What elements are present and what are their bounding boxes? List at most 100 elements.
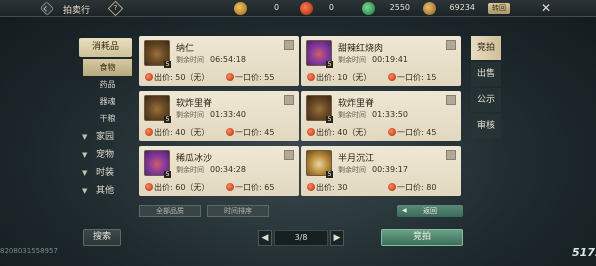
favorite-checkbox[interactable] — [284, 95, 294, 105]
item-name: 软炸里脊 — [176, 99, 213, 109]
bid-price-text: 出价: 50（无） — [154, 73, 210, 82]
favorite-checkbox[interactable] — [446, 150, 456, 160]
arrow-left-icon: ◀ — [402, 207, 407, 214]
subcategory-medicine[interactable]: 药品 — [83, 76, 132, 93]
subcategory-food[interactable]: 食物 — [83, 59, 132, 76]
bid-price-text: 出价: 60（无） — [154, 183, 210, 192]
remaining-label: 剩余时间 — [176, 166, 204, 174]
item-card[interactable]: 5 半月沉江 剩余时间 00:39:17 出价: 30 一口价: 80 — [301, 146, 461, 196]
item-level-badge: 5 — [326, 171, 333, 178]
close-icon[interactable]: ✕ — [539, 1, 553, 15]
tab-auction[interactable]: 竞拍 — [471, 36, 501, 60]
currency-value: 69234 — [449, 3, 475, 12]
time-sort[interactable]: 时间排序 — [207, 205, 269, 217]
buyout-price-text: 一口价: 80 — [397, 183, 437, 192]
item-card[interactable]: 5 纳仁 剩余时间 06:54:18 出价: 50（无） 一口价: 55 — [139, 36, 299, 86]
remaining-label: 剩余时间 — [176, 56, 204, 64]
prev-page-button[interactable]: ◀ — [258, 230, 272, 246]
next-page-button[interactable]: ▶ — [330, 230, 344, 246]
currency-silver: 69234 — [423, 2, 477, 15]
category-panel: 消耗品 食物 药品 器魂 干粮 ▼ 家园 ▼ 宠物 ▼ 时装 ▼ 其他 — [79, 38, 132, 218]
subcategory-rations[interactable]: 干粮 — [83, 110, 132, 127]
category-home[interactable]: ▼ 家园 — [79, 129, 132, 145]
watermark-logo: 5173 — [572, 246, 596, 259]
pager: ◀ 3/8 ▶ — [258, 230, 344, 246]
tab-sell[interactable]: 出售 — [471, 62, 501, 86]
item-card[interactable]: 5 软炸里脊 剩余时间 01:33:40 出价: 40（无） 一口价: 45 — [139, 91, 299, 141]
help-icon[interactable]: ? — [107, 0, 124, 17]
coin-icon — [307, 128, 315, 136]
buyout-price-text: 一口价: 55 — [235, 73, 275, 82]
bid-button[interactable]: 竞拍 — [381, 229, 463, 246]
currency-jade: 2550 — [362, 2, 412, 15]
bid-price: 出价: 10（无） — [307, 72, 371, 83]
item-card[interactable]: 5 稀瓜冰沙 剩余时间 00:34:28 出价: 60（无） 一口价: 65 — [139, 146, 299, 196]
favorite-checkbox[interactable] — [446, 40, 456, 50]
chevron-down-icon: ▼ — [82, 133, 88, 141]
buyout-price: 一口价: 45 — [388, 127, 436, 138]
search-button[interactable]: 搜索 — [83, 229, 121, 246]
category-consumables[interactable]: 消耗品 — [79, 38, 132, 57]
bid-price: 出价: 60（无） — [145, 182, 209, 193]
coin-icon — [388, 73, 396, 81]
buyout-price: 一口价: 65 — [226, 182, 274, 193]
bid-price: 出价: 50（无） — [145, 72, 209, 83]
item-grid: 5 纳仁 剩余时间 06:54:18 出价: 50（无） 一口价: 55 5 甜… — [137, 36, 465, 198]
return-button[interactable]: ◀ 返回 — [397, 205, 463, 217]
tab-public[interactable]: 公示 — [471, 88, 501, 112]
chevron-down-icon: ▼ — [82, 151, 88, 159]
item-level-badge: 5 — [164, 116, 171, 123]
item-name: 甜辣红烧肉 — [338, 44, 384, 54]
coin-icon — [226, 73, 234, 81]
category-label: 宠物 — [96, 150, 115, 160]
item-name: 纳仁 — [176, 44, 195, 54]
coin-icon — [307, 183, 315, 191]
category-label: 家园 — [96, 132, 115, 142]
bid-price: 出价: 40（无） — [145, 127, 209, 138]
buyout-price-text: 一口价: 65 — [235, 183, 275, 192]
jade-icon — [362, 2, 375, 15]
remaining-label: 剩余时间 — [338, 56, 366, 64]
tab-review[interactable]: 审核 — [471, 114, 501, 138]
buyout-price: 一口价: 45 — [226, 127, 274, 138]
item-name: 半月沉江 — [338, 154, 375, 164]
category-fashion[interactable]: ▼ 时装 — [79, 165, 132, 181]
top-bar: 拍卖行 ? 0 0 2550 69234 转回 ✕ — [0, 0, 596, 17]
category-other[interactable]: ▼ 其他 — [79, 183, 132, 199]
coin-icon — [307, 73, 315, 81]
coin-icon — [145, 183, 153, 191]
item-name: 软炸里脊 — [338, 99, 375, 109]
favorite-checkbox[interactable] — [446, 95, 456, 105]
coin-icon — [226, 183, 234, 191]
remaining-time: 00:39:17 — [372, 165, 408, 174]
quality-filter[interactable]: 全部品质 — [139, 205, 201, 217]
recharge-button[interactable]: 转回 — [488, 3, 510, 14]
buyout-price-text: 一口价: 15 — [397, 73, 437, 82]
item-level-badge: 5 — [326, 61, 333, 68]
bid-price-text: 出价: 30 — [316, 183, 348, 192]
item-card[interactable]: 5 甜辣红烧肉 剩余时间 00:19:41 出价: 10（无） 一口价: 15 — [301, 36, 461, 86]
bid-price-text: 出价: 40（无） — [316, 128, 372, 137]
remaining-time: 01:33:50 — [372, 110, 408, 119]
subcategory-spirit[interactable]: 器魂 — [83, 93, 132, 110]
red-coin-icon — [300, 2, 313, 15]
coin-icon — [388, 128, 396, 136]
remaining-time: 00:19:41 — [372, 55, 408, 64]
currency-value: 0 — [328, 3, 334, 12]
page-indicator: 3/8 — [274, 230, 328, 246]
favorite-checkbox[interactable] — [284, 40, 294, 50]
bid-price: 出价: 40（无） — [307, 127, 371, 138]
favorite-checkbox[interactable] — [284, 150, 294, 160]
item-card[interactable]: 5 软炸里脊 剩余时间 01:33:50 出价: 40（无） 一口价: 45 — [301, 91, 461, 141]
category-pet[interactable]: ▼ 宠物 — [79, 147, 132, 163]
remaining-label: 剩余时间 — [338, 166, 366, 174]
currency-gold-ingot: 0 — [234, 2, 304, 15]
gold-ingot-icon — [234, 2, 247, 15]
currency-value: 2550 — [389, 3, 410, 12]
coin-icon — [388, 183, 396, 191]
silver-icon — [423, 2, 436, 15]
back-button[interactable] — [39, 1, 55, 16]
buyout-price: 一口价: 15 — [388, 72, 436, 83]
category-label: 时装 — [96, 168, 115, 178]
buyout-price-text: 一口价: 45 — [397, 128, 437, 137]
